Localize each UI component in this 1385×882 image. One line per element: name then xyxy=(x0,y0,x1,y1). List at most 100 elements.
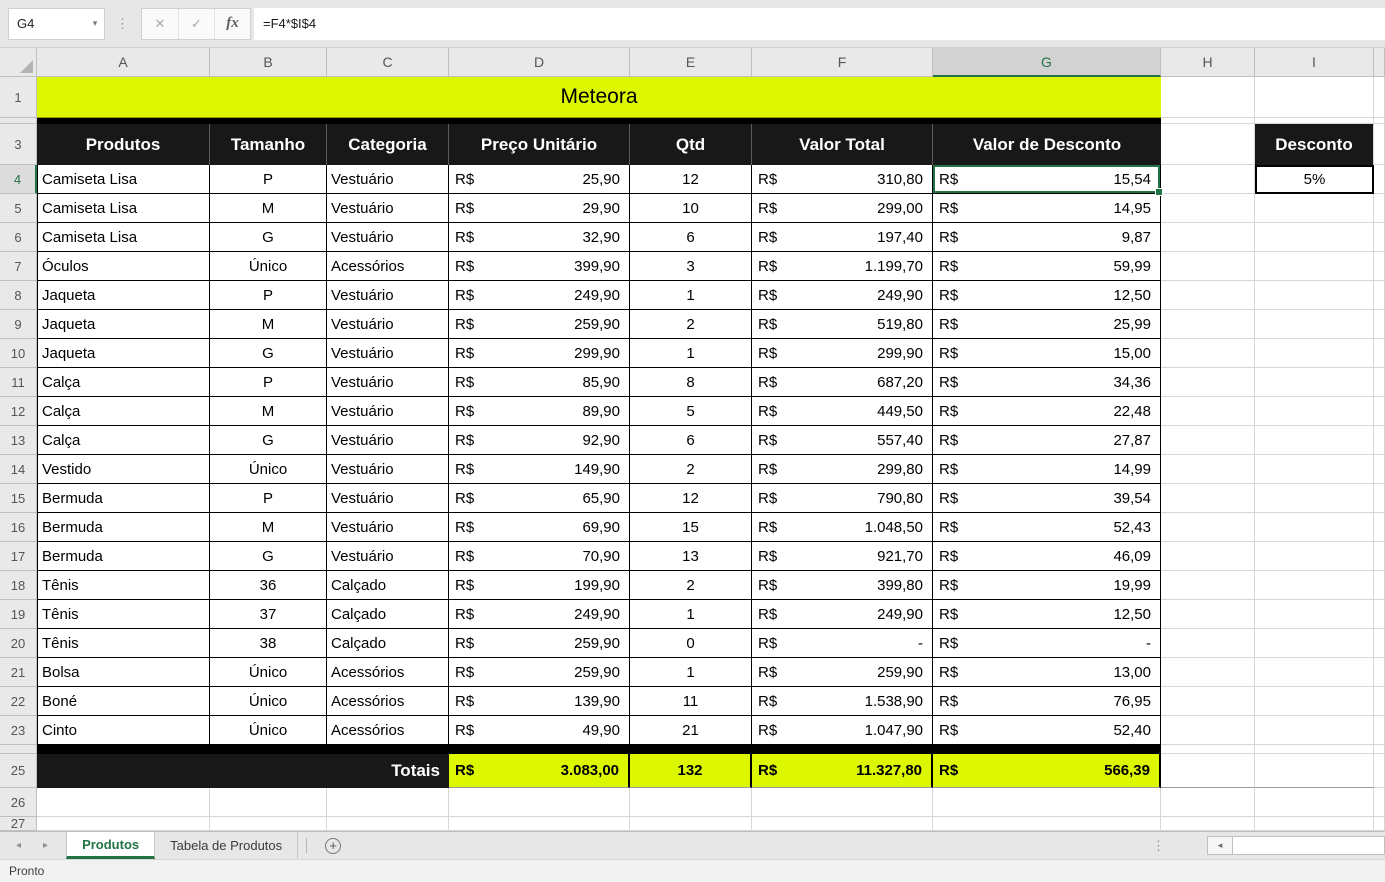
cell-H7[interactable] xyxy=(1161,252,1255,281)
cell-H9[interactable] xyxy=(1161,310,1255,339)
row-header-8[interactable]: 8 xyxy=(0,281,37,310)
cell-F9[interactable]: R$ 519,80 xyxy=(752,310,933,339)
cell-E4[interactable]: 12 xyxy=(630,165,752,194)
cell-sliver[interactable] xyxy=(1374,368,1385,397)
tab-produtos[interactable]: Produtos xyxy=(66,832,156,859)
cell-C4[interactable]: Vestuário xyxy=(327,165,449,194)
cell-sliver[interactable] xyxy=(1374,223,1385,252)
row-header-24-hidden[interactable] xyxy=(0,745,37,754)
totals-desconto-cell[interactable]: R$ 566,39 xyxy=(933,754,1161,788)
cell-A10[interactable]: Jaqueta xyxy=(37,339,210,368)
cell-B11[interactable]: P xyxy=(210,368,327,397)
cell-E14[interactable]: 2 xyxy=(630,455,752,484)
select-all-button[interactable] xyxy=(0,48,37,77)
cell-F17[interactable]: R$ 921,70 xyxy=(752,542,933,571)
cell-sliver[interactable] xyxy=(1374,397,1385,426)
cell-B16[interactable]: M xyxy=(210,513,327,542)
cell-D15[interactable]: R$ 65,90 xyxy=(449,484,630,513)
desconto-value-cell[interactable]: 5% xyxy=(1255,165,1374,194)
cell-I20[interactable] xyxy=(1255,629,1374,658)
cell-E13[interactable]: 6 xyxy=(630,426,752,455)
cell-F13[interactable]: R$ 557,40 xyxy=(752,426,933,455)
cell-I21[interactable] xyxy=(1255,658,1374,687)
row-header-7[interactable]: 7 xyxy=(0,252,37,281)
cell-G4[interactable]: R$ 15,54 xyxy=(933,165,1163,196)
cell-E9[interactable]: 2 xyxy=(630,310,752,339)
cell-C20[interactable]: Calçado xyxy=(327,629,449,658)
cell-D12[interactable]: R$ 89,90 xyxy=(449,397,630,426)
cell-H22[interactable] xyxy=(1161,687,1255,716)
cell-sliver[interactable] xyxy=(1374,629,1385,658)
cell-E16[interactable]: 15 xyxy=(630,513,752,542)
cell-C18[interactable]: Calçado xyxy=(327,571,449,600)
cell-C21[interactable]: Acessórios xyxy=(327,658,449,687)
row-header-12[interactable]: 12 xyxy=(0,397,37,426)
cell-C8[interactable]: Vestuário xyxy=(327,281,449,310)
cell-C14[interactable]: Vestuário xyxy=(327,455,449,484)
cell-I12[interactable] xyxy=(1255,397,1374,426)
cell-sliver[interactable] xyxy=(1374,716,1385,745)
column-header-A[interactable]: A xyxy=(37,48,210,77)
cell-sliver[interactable] xyxy=(1374,484,1385,513)
column-header-G[interactable]: G xyxy=(933,48,1161,77)
cell-A12[interactable]: Calça xyxy=(37,397,210,426)
cell-F14[interactable]: R$ 299,80 xyxy=(752,455,933,484)
cell-E17[interactable]: 13 xyxy=(630,542,752,571)
cell-sliver[interactable] xyxy=(1374,124,1385,165)
cell-I1[interactable] xyxy=(1255,77,1374,118)
cell-sliver[interactable] xyxy=(1374,571,1385,600)
cell-H5[interactable] xyxy=(1161,194,1255,223)
cell-B23[interactable]: Único xyxy=(210,716,327,745)
cell-E21[interactable]: 1 xyxy=(630,658,752,687)
row-header-15[interactable]: 15 xyxy=(0,484,37,513)
cell-I15[interactable] xyxy=(1255,484,1374,513)
cell-D7[interactable]: R$ 399,90 xyxy=(449,252,630,281)
row-header-5[interactable]: 5 xyxy=(0,194,37,223)
cell-C23[interactable]: Acessórios xyxy=(327,716,449,745)
cell-H20[interactable] xyxy=(1161,629,1255,658)
cell-F5[interactable]: R$ 299,00 xyxy=(752,194,933,223)
cell-G6[interactable]: R$ 9,87 xyxy=(933,223,1161,252)
cell-I7[interactable] xyxy=(1255,252,1374,281)
cell-D5[interactable]: R$ 29,90 xyxy=(449,194,630,223)
cell-B4[interactable]: P xyxy=(210,165,327,194)
cell-B5[interactable]: M xyxy=(210,194,327,223)
row-header-21[interactable]: 21 xyxy=(0,658,37,687)
cell-I14[interactable] xyxy=(1255,455,1374,484)
cell-A18[interactable]: Tênis xyxy=(37,571,210,600)
row-header-3[interactable]: 3 xyxy=(0,124,37,165)
cell-D18[interactable]: R$ 199,90 xyxy=(449,571,630,600)
cell-H3[interactable] xyxy=(1161,124,1255,165)
cell-I16[interactable] xyxy=(1255,513,1374,542)
add-sheet-button[interactable]: + xyxy=(315,832,351,859)
cell-C13[interactable]: Vestuário xyxy=(327,426,449,455)
cell-G16[interactable]: R$ 52,43 xyxy=(933,513,1161,542)
cell-B6[interactable]: G xyxy=(210,223,327,252)
cell-I19[interactable] xyxy=(1255,600,1374,629)
column-header-C[interactable]: C xyxy=(327,48,449,77)
cell-D16[interactable]: R$ 69,90 xyxy=(449,513,630,542)
cell-F18[interactable]: R$ 399,80 xyxy=(752,571,933,600)
cell-F22[interactable]: R$ 1.538,90 xyxy=(752,687,933,716)
cell-I26[interactable] xyxy=(1255,788,1374,817)
column-header-F[interactable]: F xyxy=(752,48,933,77)
cell-H1[interactable] xyxy=(1161,77,1255,118)
cell-B26[interactable] xyxy=(210,788,327,817)
cell-I18[interactable] xyxy=(1255,571,1374,600)
cell-D17[interactable]: R$ 70,90 xyxy=(449,542,630,571)
cell-B15[interactable]: P xyxy=(210,484,327,513)
cell-B12[interactable]: M xyxy=(210,397,327,426)
table-header-6[interactable]: Valor de Desconto xyxy=(933,124,1161,165)
cell-H23[interactable] xyxy=(1161,716,1255,745)
cell-H16[interactable] xyxy=(1161,513,1255,542)
row-header-23[interactable]: 23 xyxy=(0,716,37,745)
cell-A26[interactable] xyxy=(37,788,210,817)
cell-H15[interactable] xyxy=(1161,484,1255,513)
row-header-1[interactable]: 1 xyxy=(0,77,37,118)
cell-A14[interactable]: Vestido xyxy=(37,455,210,484)
cell-A20[interactable]: Tênis xyxy=(37,629,210,658)
cell-D10[interactable]: R$ 299,90 xyxy=(449,339,630,368)
cell-sliver[interactable] xyxy=(1374,252,1385,281)
column-header-B[interactable]: B xyxy=(210,48,327,77)
cell-G17[interactable]: R$ 46,09 xyxy=(933,542,1161,571)
